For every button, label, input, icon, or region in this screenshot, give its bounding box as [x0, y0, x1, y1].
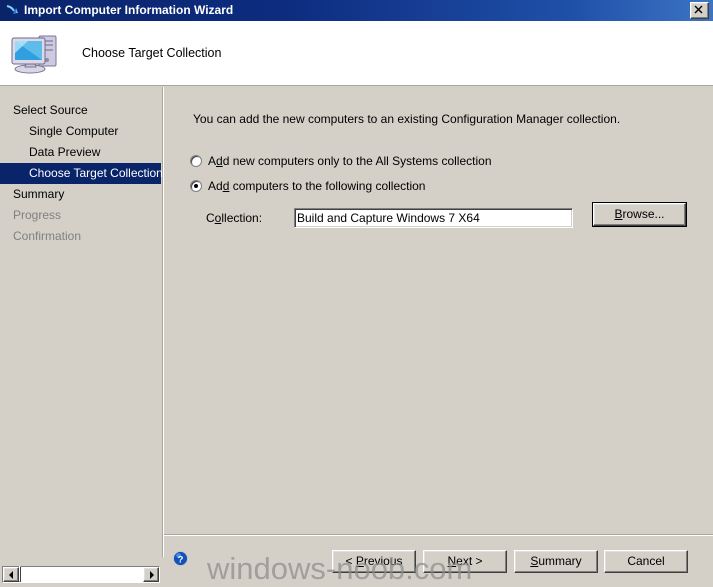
- radio-all-systems-label: Add new computers only to the All System…: [208, 154, 492, 168]
- sidebar-item-progress: Progress: [13, 208, 62, 222]
- summary-button[interactable]: Summary: [514, 550, 598, 573]
- sidebar-item-data-preview[interactable]: Data Preview: [0, 142, 161, 163]
- window-title: Import Computer Information Wizard: [24, 3, 234, 17]
- scrollbar-track[interactable]: [19, 566, 143, 582]
- collection-field-row: Collection:: [206, 208, 573, 228]
- radio-add-to-following-collection[interactable]: Add computers to the following collectio…: [190, 179, 425, 193]
- page-title: Choose Target Collection: [82, 46, 222, 60]
- sidebar-item-choose-target-collection[interactable]: Choose Target Collection: [0, 163, 163, 184]
- collection-label: Collection:: [206, 211, 263, 225]
- scroll-right-arrow-icon[interactable]: [143, 567, 159, 582]
- scroll-left-arrow-icon[interactable]: [3, 567, 19, 582]
- sidebar-item-summary[interactable]: Summary: [0, 184, 161, 205]
- sidebar-item-confirmation: Confirmation: [13, 229, 82, 243]
- wizard-footer: ? < Previous Next > Summary Cancel: [164, 536, 713, 587]
- previous-button[interactable]: < Previous: [332, 550, 416, 573]
- sidebar-item-single-computer[interactable]: Single Computer: [0, 121, 161, 142]
- wizard-content-panel: You can add the new computers to an exis…: [164, 87, 711, 534]
- radio-add-to-all-systems[interactable]: Add new computers only to the All System…: [190, 154, 492, 168]
- svg-text:?: ?: [178, 554, 184, 565]
- sidebar-item-select-source[interactable]: Select Source: [0, 100, 161, 121]
- cancel-button[interactable]: Cancel: [604, 550, 688, 573]
- radio-all-systems-mark[interactable]: [190, 155, 202, 167]
- next-button[interactable]: Next >: [423, 550, 507, 573]
- import-arrow-icon: [4, 3, 20, 19]
- radio-following-collection-mark[interactable]: [190, 180, 202, 192]
- title-bar[interactable]: Import Computer Information Wizard: [0, 0, 713, 21]
- wizard-header: Choose Target Collection: [0, 21, 713, 86]
- help-icon[interactable]: ?: [172, 550, 189, 567]
- wizard-window: Import Computer Information Wizard Choos…: [0, 0, 713, 587]
- intro-text: You can add the new computers to an exis…: [193, 112, 621, 126]
- horizontal-scrollbar[interactable]: [2, 566, 160, 583]
- radio-following-collection-label: Add computers to the following collectio…: [208, 179, 426, 193]
- scrollbar-thumb[interactable]: [19, 566, 21, 582]
- close-icon[interactable]: [690, 2, 709, 19]
- collection-input[interactable]: [294, 208, 573, 228]
- browse-button[interactable]: Browse...: [592, 202, 687, 227]
- wizard-steps-sidebar: Select Source Single Computer Data Previ…: [0, 87, 163, 557]
- computer-icon: [10, 30, 62, 76]
